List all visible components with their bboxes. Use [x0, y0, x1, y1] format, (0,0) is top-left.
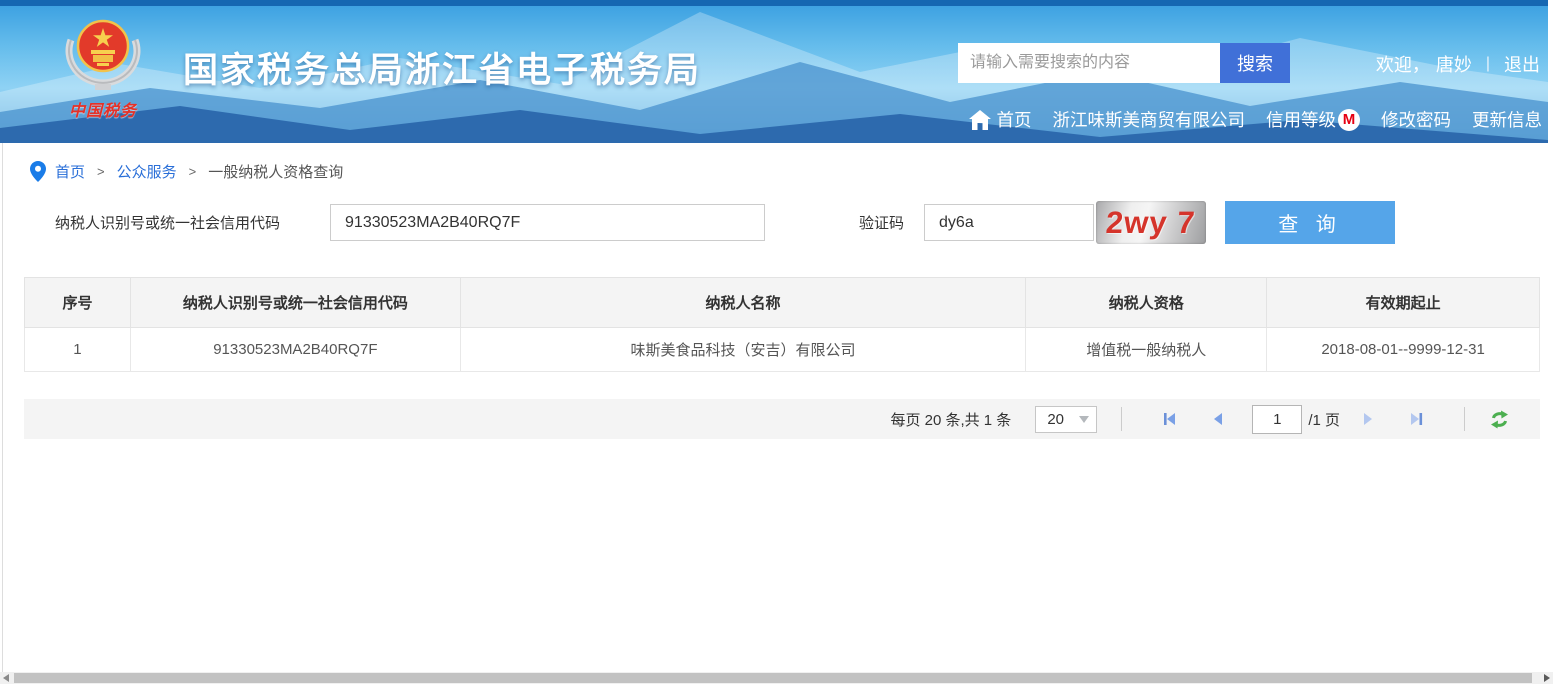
pagination-summary: 每页 20 条,共 1 条	[890, 409, 1011, 430]
logo-caption: 中国税务	[48, 97, 158, 121]
welcome-username: 唐妙	[1436, 51, 1472, 77]
breadcrumb-home-link[interactable]: 首页	[55, 161, 85, 182]
nav-update-info-link[interactable]: 更新信息	[1472, 107, 1542, 132]
table-header-row: 序号 纳税人识别号或统一社会信用代码 纳税人名称 纳税人资格 有效期起止	[25, 278, 1540, 328]
prev-page-icon	[1209, 410, 1227, 428]
cell-validity: 2018-08-01--9999-12-31	[1267, 328, 1540, 372]
table-header-validity: 有效期起止	[1267, 278, 1540, 328]
first-page-button[interactable]	[1160, 409, 1180, 429]
site-title: 国家税务总局浙江省电子税务局	[183, 42, 701, 93]
breadcrumb-public-service-link[interactable]: 公众服务	[117, 161, 177, 182]
scroll-right-arrow-icon[interactable]	[1544, 674, 1550, 682]
captcha-input[interactable]	[924, 204, 1094, 241]
page: 中国税务 国家税务总局浙江省电子税务局 搜索 欢迎， 唐妙 | 退出 首页 浙江…	[0, 0, 1553, 684]
query-button[interactable]: 查 询	[1225, 201, 1395, 244]
chevron-down-icon	[1079, 416, 1089, 423]
nav-home-link[interactable]: 首页	[969, 107, 1032, 132]
results-table: 序号 纳税人识别号或统一社会信用代码 纳税人名称 纳税人资格 有效期起止 1 9…	[24, 277, 1540, 372]
nav-credit-rating-link[interactable]: 信用等级 M	[1266, 107, 1360, 132]
table-row: 1 91330523MA2B40RQ7F 味斯美食品科技（安吉）有限公司 增值税…	[25, 328, 1540, 372]
welcome-bar: 欢迎， 唐妙 | 退出	[1376, 51, 1540, 77]
credit-rating-label: 信用等级	[1266, 107, 1336, 132]
cell-taxpayer-name: 味斯美食品科技（安吉）有限公司	[460, 328, 1026, 372]
table-header-qualification: 纳税人资格	[1026, 278, 1267, 328]
nav-home-label: 首页	[997, 107, 1032, 132]
next-page-icon	[1359, 410, 1377, 428]
cell-qualification: 增值税一般纳税人	[1026, 328, 1267, 372]
credit-grade-badge: M	[1338, 109, 1360, 131]
national-emblem-icon	[57, 10, 149, 96]
prev-page-button[interactable]	[1208, 409, 1228, 429]
location-pin-icon	[30, 161, 46, 182]
search-input[interactable]	[958, 43, 1220, 83]
taxpayer-id-label: 纳税人识别号或统一社会信用代码	[55, 212, 280, 233]
table-header-name: 纳税人名称	[460, 278, 1026, 328]
cell-seq: 1	[25, 328, 131, 372]
scrollbar-thumb[interactable]	[14, 673, 1532, 683]
site-header: 中国税务 国家税务总局浙江省电子税务局 搜索 欢迎， 唐妙 | 退出 首页 浙江…	[0, 0, 1548, 143]
page-size-value: 20	[1047, 411, 1064, 428]
cell-taxid: 91330523MA2B40RQ7F	[130, 328, 460, 372]
welcome-separator: |	[1486, 55, 1490, 73]
captcha-image-text: 2wy 7	[1105, 205, 1197, 241]
table-header-seq: 序号	[25, 278, 131, 328]
pagination-bar: 每页 20 条,共 1 条 20 /1 页	[24, 399, 1540, 439]
refresh-button[interactable]	[1489, 409, 1510, 430]
captcha-label: 验证码	[859, 212, 904, 233]
total-pages-label: /1 页	[1308, 409, 1340, 430]
taxpayer-id-input[interactable]	[330, 204, 765, 241]
nav-company-name: 浙江味斯美商贸有限公司	[1053, 107, 1246, 132]
nav-change-password-link[interactable]: 修改密码	[1381, 107, 1451, 132]
last-page-icon	[1407, 410, 1425, 428]
content-left-border	[2, 143, 3, 672]
pagination-divider	[1464, 407, 1465, 431]
header-nav: 首页 浙江味斯美商贸有限公司 信用等级 M 修改密码 更新信息	[969, 107, 1543, 132]
first-page-icon	[1161, 410, 1179, 428]
breadcrumb: 首页 > 公众服务 > 一般纳税人资格查询	[0, 143, 1553, 183]
tax-bureau-logo: 中国税务	[48, 10, 158, 121]
breadcrumb-current-page: 一般纳税人资格查询	[208, 161, 343, 182]
page-number-input[interactable]	[1252, 405, 1302, 434]
search-button[interactable]: 搜索	[1220, 43, 1290, 83]
page-size-select[interactable]: 20	[1035, 406, 1097, 433]
pagination-divider	[1121, 407, 1122, 431]
main-content: 首页 > 公众服务 > 一般纳税人资格查询 纳税人识别号或统一社会信用代码 验证…	[0, 143, 1553, 439]
captcha-image[interactable]: 2wy 7	[1096, 201, 1206, 244]
last-page-button[interactable]	[1406, 409, 1426, 429]
query-form: 纳税人识别号或统一社会信用代码 验证码 2wy 7 查 询	[0, 201, 1553, 244]
header-search: 搜索	[958, 43, 1290, 83]
table-header-taxid: 纳税人识别号或统一社会信用代码	[130, 278, 460, 328]
next-page-button[interactable]	[1358, 409, 1378, 429]
refresh-icon	[1489, 409, 1510, 430]
home-icon	[969, 110, 991, 130]
breadcrumb-separator: >	[189, 164, 197, 179]
horizontal-scrollbar[interactable]	[0, 672, 1553, 684]
breadcrumb-separator: >	[97, 164, 105, 179]
logout-link[interactable]: 退出	[1504, 51, 1540, 77]
scroll-left-arrow-icon[interactable]	[3, 674, 9, 682]
welcome-greeting: 欢迎，	[1376, 51, 1430, 77]
